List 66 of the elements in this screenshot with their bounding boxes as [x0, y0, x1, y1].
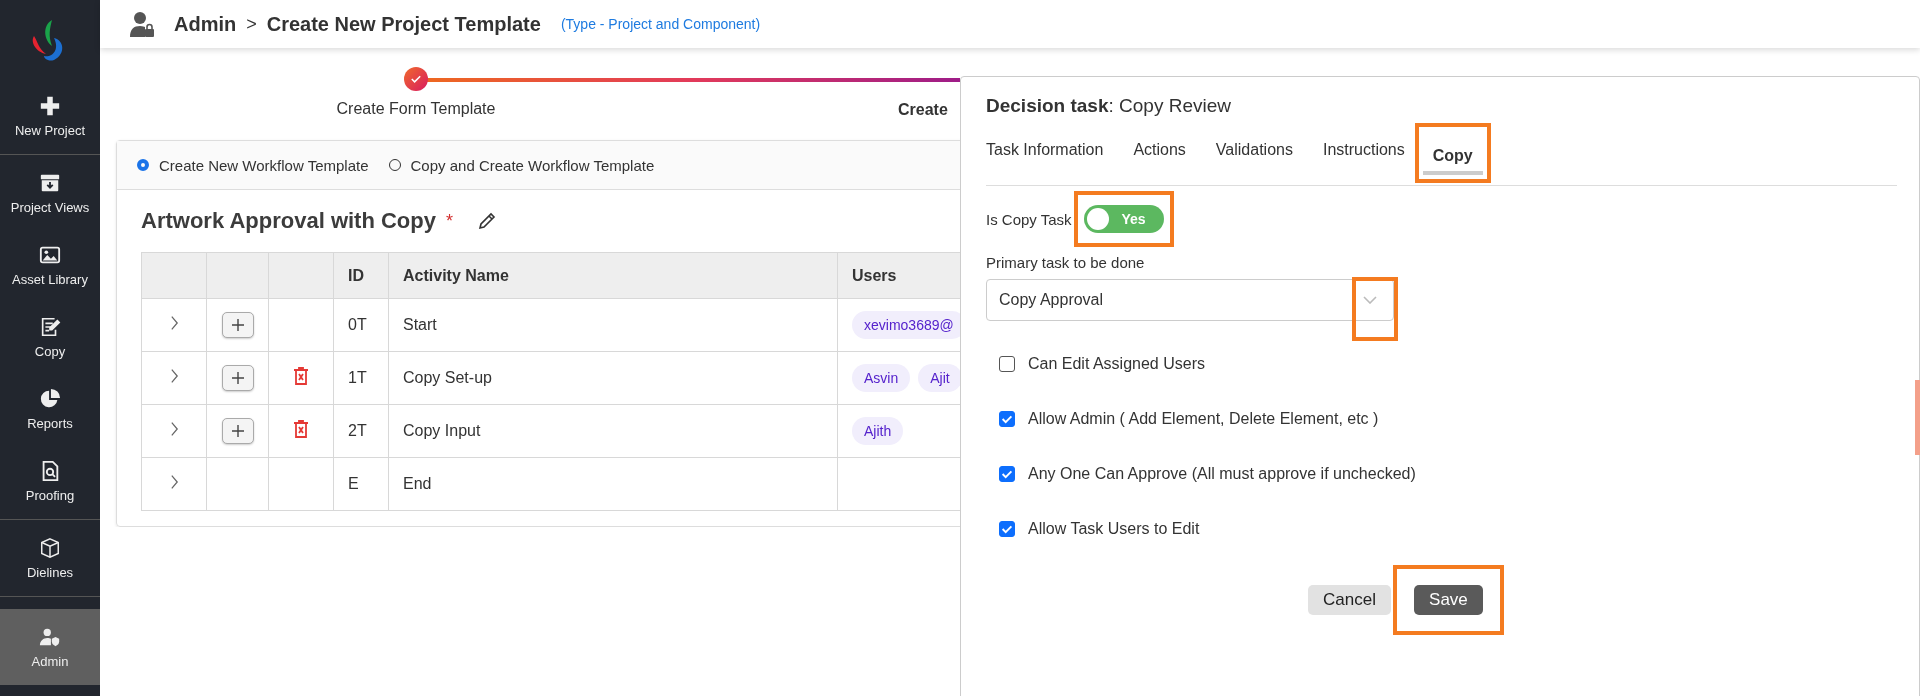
table-cell: 0T: [333, 298, 389, 352]
column-header: ID: [333, 252, 389, 299]
step-label: Create Form Template: [336, 100, 496, 118]
save-button[interactable]: Save: [1414, 585, 1483, 615]
table-cell: E: [333, 457, 389, 511]
sidebar-item[interactable]: Project Views: [0, 157, 100, 229]
tab[interactable]: Task Information: [986, 135, 1104, 169]
user-chip: xevimo3689@: [852, 311, 960, 339]
checkbox-option[interactable]: Allow Admin ( Add Element, Delete Element, etc ): [986, 406, 1897, 431]
table-cell: Start: [388, 298, 838, 352]
page-title: Create New Project Template: [266, 12, 541, 36]
chevron-right-icon[interactable]: [169, 315, 179, 331]
tab[interactable]: Validations: [1215, 135, 1293, 169]
user-chip: Ajit: [918, 364, 960, 392]
document-pen-icon: [39, 315, 61, 338]
checkbox-option[interactable]: Can Edit Assigned Users: [986, 351, 1897, 376]
radio-option[interactable]: Copy and Create Workflow Template: [388, 156, 655, 174]
box-icon: [39, 536, 61, 559]
delete-icon[interactable]: [293, 366, 309, 386]
table-cell: Copy Set-up: [388, 351, 838, 405]
chevron-right-icon[interactable]: [169, 368, 179, 384]
chevron-right-icon[interactable]: [169, 421, 179, 437]
user-lock-icon: [130, 11, 154, 37]
table-cell: Copy Input: [388, 404, 838, 458]
delete-icon[interactable]: [293, 419, 309, 439]
user-chip: Asvin: [852, 364, 911, 392]
breadcrumb-separator: >: [246, 13, 257, 35]
column-header: Users: [837, 252, 960, 299]
chevron-right-icon[interactable]: [169, 474, 179, 490]
step-label: Create: [898, 101, 948, 119]
table-cell: End: [388, 457, 838, 511]
radio-option[interactable]: Create New Workflow Template: [137, 156, 369, 174]
tab[interactable]: Actions: [1133, 135, 1186, 169]
tab[interactable]: Copy: [1422, 141, 1483, 175]
column-header: Activity Name: [388, 252, 838, 299]
sidebar-item[interactable]: Asset Library: [0, 229, 100, 301]
sidebar-item[interactable]: Proofing: [0, 445, 100, 517]
edit-icon[interactable]: [477, 211, 497, 231]
checkbox-option[interactable]: Any One Can Approve (All must approve if unchecked): [986, 461, 1897, 486]
plus-icon: [229, 370, 246, 386]
required-mark: *: [446, 210, 453, 232]
table-cell: 2T: [333, 404, 389, 458]
add-button[interactable]: [221, 418, 254, 444]
add-button[interactable]: [221, 365, 254, 391]
select-field[interactable]: Copy Approval: [986, 279, 1394, 321]
panel-title: Decision task: Copy Review: [986, 95, 1232, 117]
breadcrumb-link[interactable]: Admin: [174, 12, 237, 36]
field-label: Is Copy Task: [986, 210, 1072, 228]
sidebar-item[interactable]: Copy: [0, 301, 100, 373]
sidebar-item[interactable]: Dielines: [0, 522, 100, 594]
pie-chart-icon: [39, 387, 61, 410]
sidebar-item[interactable]: Admin: [0, 609, 100, 685]
user-chip: Ajith: [852, 417, 904, 445]
plus-icon: [229, 317, 246, 333]
table-cell: 1T: [333, 351, 389, 405]
add-button[interactable]: [221, 312, 254, 338]
plus-icon: [39, 94, 61, 117]
sidebar-item[interactable]: New Project: [0, 80, 100, 152]
cancel-button[interactable]: Cancel: [1308, 585, 1391, 615]
field-label: Primary task to be done: [986, 254, 1146, 271]
sidebar-item[interactable]: Reports: [0, 373, 100, 445]
type-note: (Type - Project and Component): [560, 16, 761, 32]
plus-icon: [229, 423, 246, 439]
template-name: Artwork Approval with Copy: [141, 208, 436, 234]
checkbox-option[interactable]: Allow Task Users to Edit: [986, 516, 1897, 541]
tab[interactable]: Instructions: [1322, 135, 1405, 169]
